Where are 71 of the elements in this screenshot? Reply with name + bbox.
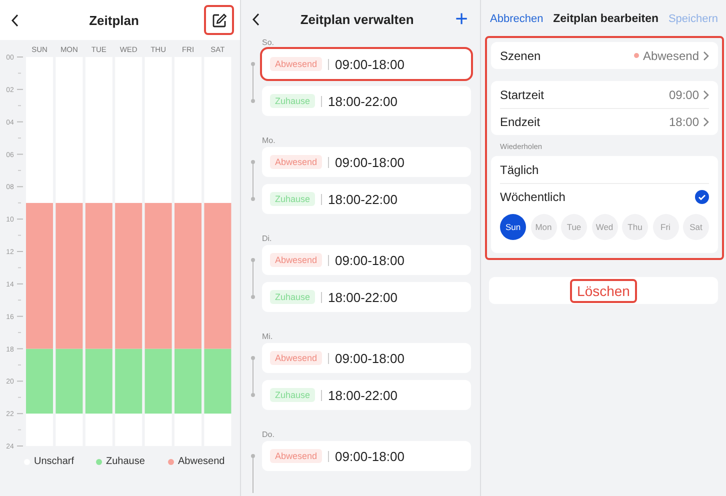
minor-tick: [18, 267, 22, 268]
chevron-icon: [703, 50, 709, 60]
minor-tick: [18, 202, 22, 204]
page-title: Zeitplan verwalten: [299, 12, 415, 26]
time-range: 09:00-18:00: [335, 448, 404, 464]
back-icon: [11, 14, 19, 26]
time-range: 09:00-18:00: [335, 154, 404, 170]
minor-tick: [18, 72, 22, 74]
edit-button[interactable]: [206, 7, 232, 33]
repeat-option[interactable]: Täglich: [500, 156, 709, 183]
scene-tag: Abwesend: [270, 253, 322, 267]
timeline-drawing: [251, 356, 255, 397]
time-range: 18:00-22:00: [328, 94, 398, 108]
minor-tick: [18, 138, 22, 139]
scene-tag: Zuhause: [270, 388, 316, 402]
time-range: 18:00-22:00: [328, 388, 398, 402]
page-title: Zeitplan: [88, 12, 140, 28]
schedule-entry[interactable]: Abwesend 09:00-18:00: [262, 245, 471, 275]
chevron-icon: [703, 90, 709, 100]
time-row[interactable]: Endzeit 18:00: [500, 108, 709, 135]
time-range: 09:00-18:00: [335, 350, 404, 366]
time-range: 18:00-22:00: [328, 192, 398, 206]
delete-button[interactable]: Löschen: [572, 280, 635, 300]
minor-tick: [18, 332, 22, 334]
minor-tick: [18, 170, 22, 171]
schedule-entry[interactable]: Zuhause 18:00-22:00: [262, 86, 471, 116]
time-row[interactable]: Startzeit 09:00: [500, 81, 709, 108]
time-range: 09:00-18:00: [335, 56, 404, 72]
minor-tick: [18, 105, 22, 106]
time-range: 18:00-22:00: [328, 290, 398, 304]
scene-tag: Abwesend: [270, 351, 322, 365]
add-button[interactable]: +: [451, 8, 472, 30]
minor-tick: [18, 396, 22, 398]
schedule-entry[interactable]: Zuhause 18:00-22:00: [262, 184, 471, 214]
time-range: 09:00-18:00: [335, 252, 404, 268]
scene-tag: Zuhause: [270, 94, 316, 108]
legend-label: Unscharf: [34, 456, 74, 467]
page-title: Zeitplan bearbeiten: [553, 13, 659, 25]
check-icon: [695, 190, 709, 204]
scene-tag: Abwesend: [270, 449, 322, 463]
legend-label: Zuhause: [106, 456, 145, 467]
timeline-drawing: [251, 62, 255, 103]
repeat-option[interactable]: Wöchentlich: [500, 183, 709, 210]
day-heading: Di.: [262, 234, 273, 243]
day-heading: Do.: [262, 430, 276, 439]
cancel-button[interactable]: Abbrechen: [490, 13, 544, 25]
day-heading: Mi.: [262, 332, 274, 341]
chevron-icon: [703, 117, 709, 127]
scene-tag: Abwesend: [270, 155, 322, 169]
schedule-entry[interactable]: Abwesend 09:00-18:00: [262, 441, 471, 471]
back-icon: [252, 12, 260, 26]
day-heading: So.: [262, 38, 276, 47]
timeline-drawing: [251, 454, 255, 495]
scene-tag: Abwesend: [270, 57, 322, 71]
schedule-entry[interactable]: Abwesend 09:00-18:00: [262, 147, 471, 177]
legend-label: Abwesend: [178, 456, 225, 467]
edit-icon: [212, 12, 226, 28]
schedule-entry[interactable]: Zuhause 18:00-22:00: [262, 380, 471, 410]
minor-tick: [18, 234, 22, 236]
scene-tag: Zuhause: [270, 290, 316, 304]
timeline-drawing: [251, 160, 255, 201]
schedule-entry[interactable]: Abwesend 09:00-18:00: [262, 343, 471, 373]
minor-tick: [18, 364, 22, 366]
minor-tick: [18, 429, 22, 430]
scene-tag: Zuhause: [270, 192, 316, 206]
day-heading: Mo.: [262, 136, 276, 145]
schedule-entry[interactable]: Abwesend 09:00-18:00: [262, 49, 471, 79]
timeline-drawing: [251, 258, 255, 299]
minor-tick: [18, 300, 22, 301]
schedule-entry[interactable]: Zuhause 18:00-22:00: [262, 282, 471, 312]
weekday-toggle[interactable]: Sun: [500, 214, 526, 240]
